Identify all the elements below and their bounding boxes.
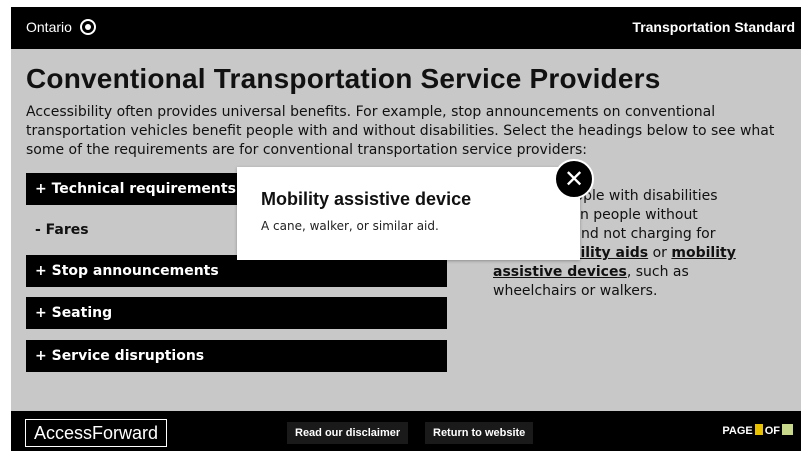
- page-indicator: PAGE OF: [722, 424, 795, 437]
- current-page-marker: [754, 424, 763, 435]
- top-bar: Ontario Transportation Standard: [11, 7, 801, 49]
- panel-line: wheelchairs or walkers.: [493, 283, 658, 299]
- close-icon[interactable]: ✕: [554, 159, 594, 199]
- return-to-website-button[interactable]: Return to website: [425, 422, 534, 444]
- accordion-service-disruptions[interactable]: + Service disruptions: [26, 340, 447, 372]
- definition-popup: Mobility assistive device A cane, walker…: [237, 167, 580, 260]
- popup-body: A cane, walker, or similar aid.: [261, 219, 439, 233]
- of-label: OF: [764, 425, 780, 437]
- app-frame: Ontario Transportation Standard Conventi…: [11, 7, 801, 451]
- disclaimer-button[interactable]: Read our disclaimer: [287, 422, 409, 444]
- page-title: Conventional Transportation Service Prov…: [26, 63, 661, 94]
- panel-text: or: [648, 245, 672, 261]
- popup-title: Mobility assistive device: [261, 189, 472, 209]
- panel-text: , such as: [626, 264, 689, 280]
- accordion-seating[interactable]: + Seating: [26, 297, 447, 329]
- intro-paragraph: Accessibility often provides universal b…: [26, 104, 775, 158]
- page-label: PAGE: [722, 425, 753, 437]
- section-title: Transportation Standard: [632, 19, 795, 35]
- bottom-bar: AccessForward Read our disclaimer Return…: [11, 411, 801, 451]
- panel-line: assistive devices, such as: [493, 263, 743, 282]
- brand: Ontario: [26, 19, 96, 35]
- trillium-logo-icon: [79, 19, 96, 35]
- mobility-assistive-devices-link-cont[interactable]: assistive devices: [493, 264, 627, 280]
- brand-label: Ontario: [26, 19, 72, 35]
- total-pages-marker: [782, 424, 793, 435]
- accessforward-logo: AccessForward: [25, 419, 168, 447]
- mobility-assistive-devices-link[interactable]: mobility: [671, 245, 735, 261]
